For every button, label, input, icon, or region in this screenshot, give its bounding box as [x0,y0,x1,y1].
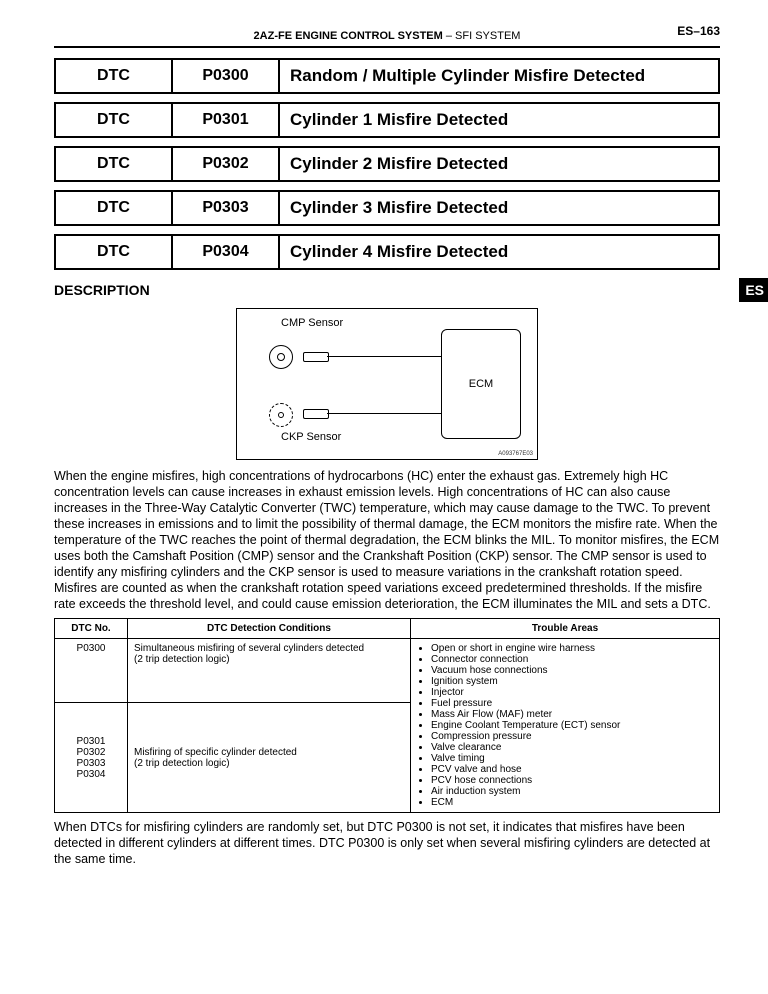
dtc-code: P0302 [172,147,279,181]
cell-dtc: P0301 P0302 P0303 P0304 [55,703,128,813]
trouble-item: Compression pressure [431,731,713,742]
trouble-item: Air induction system [431,786,713,797]
dtc-label: DTC [55,59,172,93]
description-paragraph: When the engine misfires, high concentra… [54,468,720,612]
trouble-item: Ignition system [431,676,713,687]
trouble-list: Open or short in engine wire harnessConn… [417,643,713,808]
cmp-sensor-icon [269,345,293,369]
dtc-code: P0300 [172,59,279,93]
dtc-desc: Cylinder 1 Misfire Detected [279,103,719,137]
wire-icon [327,413,441,414]
dtc-row-0: DTC P0300 Random / Multiple Cylinder Mis… [54,58,720,94]
trouble-item: Open or short in engine wire harness [431,643,713,654]
trouble-item: Injector [431,687,713,698]
closing-paragraph: When DTCs for misfiring cylinders are ra… [54,819,720,867]
trouble-item: Connector connection [431,654,713,665]
dtc-desc: Cylinder 3 Misfire Detected [279,191,719,225]
trouble-item: Valve clearance [431,742,713,753]
trouble-item: Fuel pressure [431,698,713,709]
description-heading: DESCRIPTION [54,282,150,298]
dtc-label: DTC [55,147,172,181]
conditions-table: DTC No. DTC Detection Conditions Trouble… [54,618,720,813]
page-number: ES–163 [677,24,720,38]
connector-icon [303,352,329,362]
page-header: 2AZ-FE ENGINE CONTROL SYSTEM – SFI SYSTE… [54,30,720,48]
cell-cond: Misfiring of specific cylinder detected … [128,703,411,813]
cell-dtc: P0300 [55,639,128,703]
dtc-code: P0303 [172,191,279,225]
header-left: 2AZ-FE ENGINE CONTROL SYSTEM [254,30,443,42]
dtc-label: DTC [55,103,172,137]
trouble-item: Valve timing [431,753,713,764]
cmp-label: CMP Sensor [281,317,343,329]
sensor-diagram: CMP Sensor CKP Sensor ECM A093767E03 [236,308,538,460]
section-tab: ES [739,278,768,302]
trouble-item: Mass Air Flow (MAF) meter [431,709,713,720]
dtc-code: P0301 [172,103,279,137]
dtc-row-3: DTC P0303 Cylinder 3 Misfire Detected [54,190,720,226]
connector-icon [303,409,329,419]
cell-trouble: Open or short in engine wire harnessConn… [411,639,720,813]
header-dash: – [443,30,455,42]
dtc-desc: Cylinder 2 Misfire Detected [279,147,719,181]
header-right-title: SFI SYSTEM [455,30,520,42]
trouble-item: PCV hose connections [431,775,713,786]
dtc-row-4: DTC P0304 Cylinder 4 Misfire Detected [54,234,720,270]
dtc-label: DTC [55,235,172,269]
trouble-item: ECM [431,797,713,808]
wire-icon [327,356,441,357]
dtc-label: DTC [55,191,172,225]
description-row: DESCRIPTION ES [54,278,720,302]
ckp-label: CKP Sensor [281,431,341,443]
cell-cond: Simultaneous misfiring of several cylind… [128,639,411,703]
dtc-code: P0304 [172,235,279,269]
trouble-item: PCV valve and hose [431,764,713,775]
dtc-desc: Cylinder 4 Misfire Detected [279,235,719,269]
diagram-container: CMP Sensor CKP Sensor ECM A093767E03 [54,308,720,460]
th-dtc: DTC No. [55,619,128,639]
figure-number: A093767E03 [498,451,533,457]
ckp-sensor-icon [269,403,293,427]
header-title: 2AZ-FE ENGINE CONTROL SYSTEM – SFI SYSTE… [254,30,521,42]
page: 2AZ-FE ENGINE CONTROL SYSTEM – SFI SYSTE… [0,0,768,903]
th-trouble: Trouble Areas [411,619,720,639]
trouble-item: Engine Coolant Temperature (ECT) sensor [431,720,713,731]
dtc-row-1: DTC P0301 Cylinder 1 Misfire Detected [54,102,720,138]
ecm-box: ECM [441,329,521,439]
trouble-item: Vacuum hose connections [431,665,713,676]
dtc-row-2: DTC P0302 Cylinder 2 Misfire Detected [54,146,720,182]
dtc-desc: Random / Multiple Cylinder Misfire Detec… [279,59,719,93]
th-cond: DTC Detection Conditions [128,619,411,639]
